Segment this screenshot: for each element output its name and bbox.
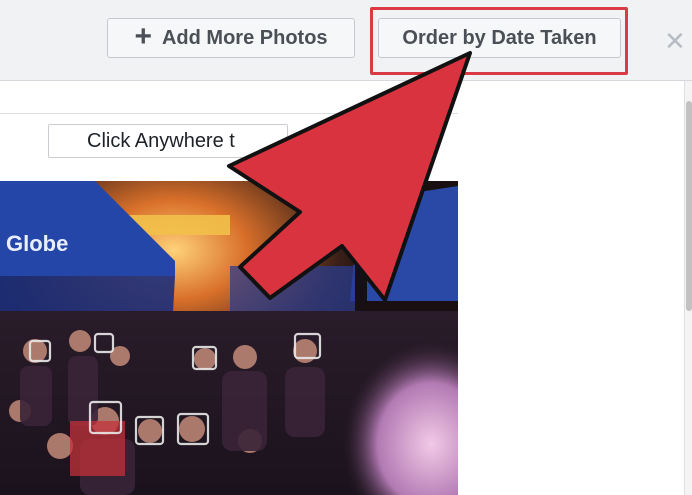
- scrollbar-thumb[interactable]: [686, 101, 692, 311]
- photo-toolbar: + Add More Photos Order by Date Taken ✕: [0, 0, 692, 81]
- event-photo-canvas: Globe: [0, 181, 458, 495]
- close-icon[interactable]: ✕: [664, 26, 686, 57]
- red-shirt: [70, 421, 125, 476]
- plus-icon: +: [134, 19, 152, 53]
- globe-banner-text: Globe: [6, 231, 68, 256]
- add-more-photos-button[interactable]: + Add More Photos: [107, 18, 355, 58]
- event-photo[interactable]: Globe: [0, 181, 458, 495]
- panel-scrollbar[interactable]: [684, 81, 692, 495]
- button-highlight-box: [370, 7, 628, 75]
- click-anywhere-hint: Click Anywhere t: [48, 124, 288, 158]
- add-more-photos-label: Add More Photos: [161, 26, 328, 49]
